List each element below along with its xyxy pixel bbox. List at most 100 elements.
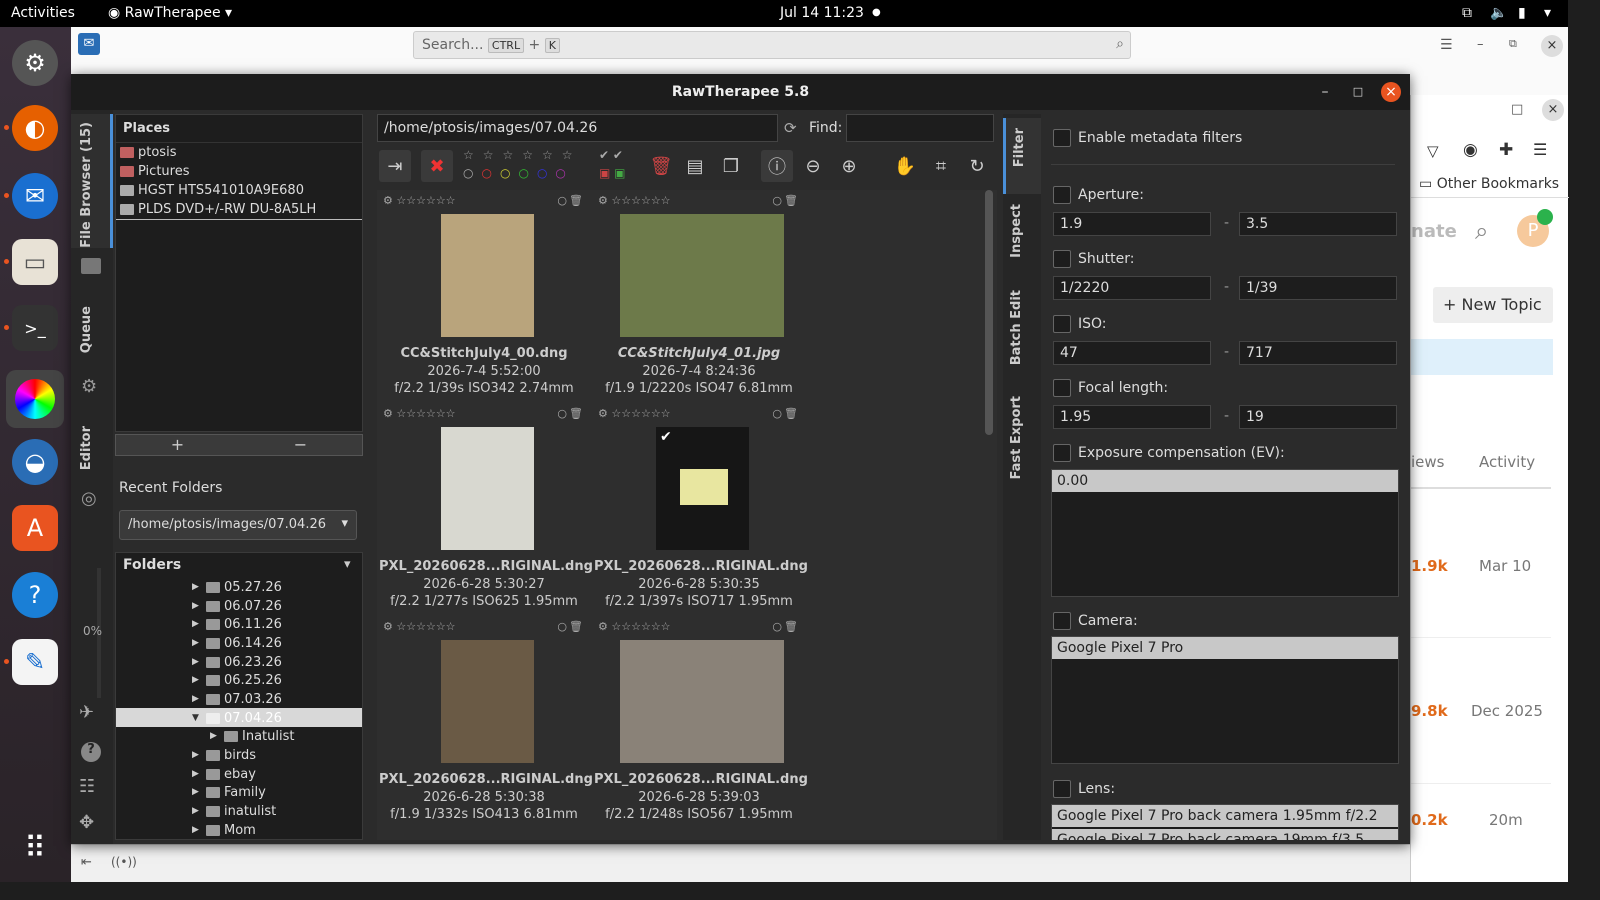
folder-row[interactable]: ▶ 06.14.26 (192, 634, 282, 652)
exposure-list-item[interactable]: 0.00 (1052, 470, 1398, 492)
new-topic-button[interactable]: + New Topic (1433, 287, 1553, 323)
folder-row[interactable]: ▶ 07.03.26 (192, 690, 282, 708)
rotate-icon[interactable]: ↻ (961, 150, 993, 182)
tools-icon[interactable]: ⚙ (383, 194, 393, 207)
minimize-icon[interactable]: – (1315, 82, 1335, 102)
color-label-filter[interactable]: ○○○○○○ (463, 166, 574, 180)
star-rating[interactable]: ☆☆☆☆☆☆ (396, 194, 455, 207)
find-input[interactable] (846, 114, 994, 142)
thumbnail-image[interactable] (620, 640, 784, 763)
lens-list[interactable]: Google Pixel 7 Pro back camera 1.95mm f/… (1051, 804, 1399, 840)
app-menu[interactable]: ◉ RawTherapee ▾ (108, 5, 232, 21)
place-item[interactable]: PLDS DVD+/-RW DU-8A5LH (116, 200, 362, 220)
mail-icon[interactable]: ✉ (78, 33, 100, 55)
color-label-icon[interactable]: ○ (557, 620, 567, 633)
trash-icon[interactable]: 🗑 (569, 620, 583, 633)
folder-row[interactable]: ▶ 06.25.26 (192, 671, 282, 689)
app-center-icon[interactable]: A (12, 505, 58, 551)
menu-icon[interactable]: ☰ (1440, 37, 1453, 53)
extensions-icon[interactable]: ✚ (1499, 140, 1513, 160)
column-activity[interactable]: Activity (1479, 453, 1535, 471)
volume-icon[interactable]: 🔈 (1490, 5, 1507, 21)
color-label-icon[interactable]: ○ (557, 194, 567, 207)
exposure-checkbox[interactable] (1053, 444, 1071, 462)
focal-from-input[interactable]: 1.95 (1053, 405, 1211, 429)
thumbnail-item[interactable]: ⚙ ☆☆☆☆☆☆ ○ 🗑 CC&StitchJuly4_00.dng 2026-7-… (379, 194, 589, 404)
focal-to-input[interactable]: 19 (1239, 405, 1397, 429)
folder-row-selected[interactable]: ▼ 07.04.26 (192, 709, 282, 727)
crop-icon[interactable]: ⌗ (925, 150, 957, 182)
trash-icon[interactable]: 🗑 (784, 620, 798, 633)
thumbnail-item[interactable]: ⚙ ☆☆☆☆☆☆ ○ 🗑 PXL_20260628...RIGINAL.dng 20… (594, 620, 808, 830)
tools-icon[interactable]: ⚙ (598, 407, 608, 420)
maximize-icon[interactable]: ⧉ (1509, 37, 1517, 51)
chevron-down-icon[interactable]: ▾ (344, 557, 351, 572)
color-label-icon[interactable]: ○ (772, 194, 782, 207)
camera-list[interactable]: Google Pixel 7 Pro (1051, 636, 1399, 764)
tools-icon[interactable]: ⚙ (383, 407, 393, 420)
iso-to-input[interactable]: 717 (1239, 341, 1397, 365)
files-icon[interactable]: ▭ (12, 239, 58, 285)
info-icon[interactable]: ⓘ (761, 150, 793, 182)
settings-icon[interactable]: ⚙ (12, 40, 58, 86)
system-menu-chevron-icon[interactable]: ▾ (1544, 5, 1551, 21)
color-label-icon[interactable]: ○ (557, 407, 567, 420)
browser-scrollbar[interactable] (985, 190, 993, 435)
shutter-from-input[interactable]: 1/2220 (1053, 276, 1211, 300)
lens-list-item[interactable]: Google Pixel 7 Pro back camera 19mm f/3.… (1052, 829, 1398, 840)
account-icon[interactable]: ◉ (1463, 140, 1478, 160)
folder-row[interactable]: ▶ Family (192, 783, 266, 801)
tab-batch-edit[interactable]: Batch Edit (1003, 290, 1041, 370)
text-editor-icon[interactable]: ✎ (12, 639, 58, 685)
activity-date[interactable]: 20m (1489, 811, 1523, 829)
color-label-icon[interactable]: ○ (772, 620, 782, 633)
lens-list-item[interactable]: Google Pixel 7 Pro back camera 1.95mm f/… (1052, 805, 1398, 827)
menu-icon[interactable]: ☰ (1533, 140, 1547, 159)
show-apps-icon[interactable]: ⠿ (12, 825, 58, 871)
folder-row[interactable]: ▶ 06.23.26 (192, 653, 282, 671)
thumbnail-image[interactable] (620, 214, 784, 337)
firefox-icon[interactable]: ◐ (12, 105, 58, 151)
help-icon[interactable]: ? (12, 572, 58, 618)
iso-from-input[interactable]: 47 (1053, 341, 1211, 365)
place-item[interactable]: HGST HTS541010A9E680 (116, 181, 362, 200)
thumbnail-item[interactable]: ⚙ ☆☆☆☆☆☆ ○ 🗑 PXL_20260628...RIGINAL.dng 20… (379, 407, 593, 617)
refresh-icon[interactable]: ⟳ (784, 119, 797, 137)
thumbnail-item[interactable]: ⚙ ☆☆☆☆☆☆ ○ 🗑 ✔ PXL_20260628...RIGINAL.dng … (594, 407, 808, 617)
tab-fast-export[interactable]: Fast Export (1003, 396, 1041, 486)
activity-date[interactable]: Dec 2025 (1471, 702, 1543, 720)
recent-folders-select[interactable]: /home/ptosis/images/07.04.26 ▾ (119, 510, 357, 540)
minimize-icon[interactable]: – (1477, 37, 1484, 52)
camera-list-item[interactable]: Google Pixel 7 Pro (1052, 637, 1398, 659)
search-input[interactable]: Search... CTRL + K ⌕ (413, 31, 1131, 59)
color-label-icon[interactable]: ○ (772, 407, 782, 420)
folder-row[interactable]: ▶ Mom (192, 821, 256, 839)
rawtherapee-icon[interactable] (6, 370, 64, 428)
trash-icon[interactable]: 🗑 (784, 407, 798, 420)
folder-row[interactable]: ▶ birds (192, 746, 256, 764)
exposure-list[interactable]: 0.00 (1051, 469, 1399, 597)
recent-saved-icon[interactable]: ▤ (679, 150, 711, 182)
camera-checkbox[interactable] (1053, 612, 1071, 630)
clear-filter-icon[interactable]: ✖ (421, 150, 453, 182)
preferences-icon[interactable]: ☷ (79, 776, 95, 797)
activities-button[interactable]: Activities (11, 5, 75, 21)
thumbnail-image[interactable] (441, 214, 534, 337)
folder-row[interactable]: ▶ inatulist (192, 802, 276, 820)
unedited-filter-icon[interactable]: ▣ ▣ (599, 166, 626, 180)
folder-row[interactable]: ▶ ebay (192, 765, 256, 783)
tab-filter[interactable]: Filter (1003, 118, 1041, 194)
remove-place-button[interactable]: − (239, 435, 362, 455)
tab-inspect[interactable]: Inspect (1003, 204, 1041, 274)
collapse-left-icon[interactable]: ⇥ (379, 150, 411, 182)
thumbnail-item[interactable]: ⚙ ☆☆☆☆☆☆ ○ 🗑 PXL_20260628...RIGINAL.dng 20… (379, 620, 593, 830)
aperture-from-input[interactable]: 1.9 (1053, 212, 1211, 236)
iso-checkbox[interactable] (1053, 315, 1071, 333)
column-views[interactable]: iews (1411, 453, 1444, 471)
add-place-button[interactable]: + (116, 435, 239, 455)
place-item[interactable]: Pictures (116, 162, 362, 181)
battery-icon[interactable]: ▮ (1518, 5, 1526, 21)
aperture-to-input[interactable]: 3.5 (1239, 212, 1397, 236)
other-bookmarks[interactable]: ▭ Other Bookmarks (1419, 176, 1559, 192)
clock[interactable]: Jul 14 11:23 (780, 5, 864, 21)
